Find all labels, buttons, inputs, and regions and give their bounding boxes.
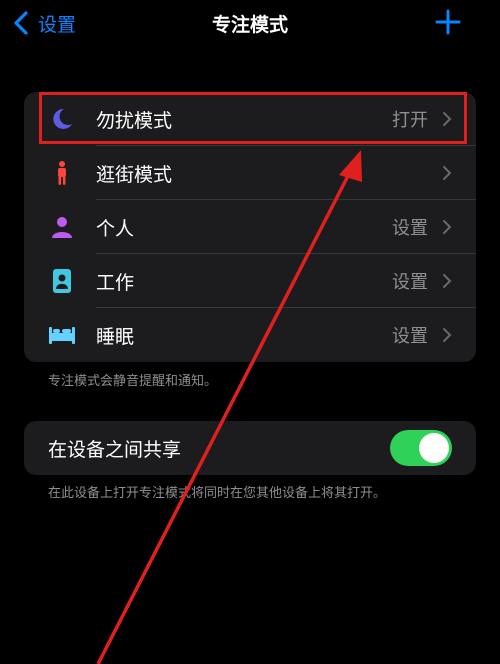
focus-row-label: 睡眠 bbox=[96, 325, 135, 348]
focus-row-label: 工作 bbox=[96, 271, 135, 294]
focus-row-do-not-disturb[interactable]: 勿扰模式 打开 bbox=[24, 92, 476, 146]
chevron-right-icon bbox=[443, 220, 452, 234]
share-label: 在设备之间共享 bbox=[48, 439, 182, 461]
moon-icon bbox=[48, 105, 76, 133]
navigation-bar: 设置 专注模式 bbox=[0, 0, 500, 48]
focus-row-shopping[interactable]: 逛街模式 bbox=[24, 146, 476, 200]
toggle-knob bbox=[419, 433, 449, 463]
focus-row-value: 设置 bbox=[392, 218, 428, 239]
share-toggle[interactable] bbox=[390, 430, 452, 466]
share-footer-note: 在此设备上打开专注模式将同时在您其他设备上将其打开。 bbox=[48, 486, 387, 501]
chevron-right-icon bbox=[443, 274, 452, 288]
person-standing-icon bbox=[48, 159, 76, 187]
focus-modes-list: 勿扰模式 打开 逛街模式 个人 设置 工作 设置 睡眠 设置 bbox=[24, 92, 476, 362]
chevron-right-icon bbox=[443, 112, 452, 126]
focus-row-value: 设置 bbox=[392, 272, 428, 293]
focus-row-work[interactable]: 工作 设置 bbox=[24, 254, 476, 308]
focus-row-label: 逛街模式 bbox=[96, 163, 173, 186]
focus-row-sleep[interactable]: 睡眠 设置 bbox=[24, 308, 476, 362]
id-badge-icon bbox=[48, 267, 76, 295]
chevron-right-icon bbox=[443, 166, 452, 180]
person-icon bbox=[48, 213, 76, 241]
focus-row-value: 打开 bbox=[392, 110, 428, 131]
focus-row-value: 设置 bbox=[392, 326, 428, 347]
focus-row-label: 个人 bbox=[96, 217, 135, 240]
bed-icon bbox=[48, 321, 76, 349]
chevron-right-icon bbox=[443, 328, 452, 342]
focus-row-personal[interactable]: 个人 设置 bbox=[24, 200, 476, 254]
add-icon[interactable] bbox=[434, 8, 462, 36]
share-across-devices-row: 在设备之间共享 bbox=[24, 421, 476, 475]
focus-footer-note: 专注模式会静音提醒和通知。 bbox=[48, 374, 218, 389]
page-title: 专注模式 bbox=[211, 14, 288, 36]
focus-row-label: 勿扰模式 bbox=[96, 109, 173, 132]
